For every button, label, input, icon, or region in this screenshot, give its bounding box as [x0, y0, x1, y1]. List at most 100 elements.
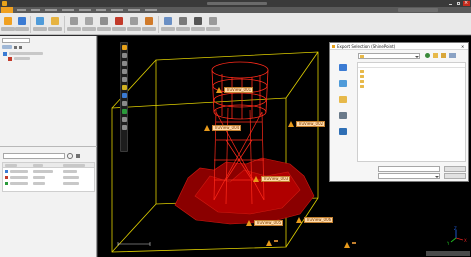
- scan-icon: [70, 17, 78, 25]
- limitbox-tool-icon[interactable]: [122, 101, 127, 106]
- truview-tag-label: TruView_006: [304, 217, 334, 223]
- place-network[interactable]: [333, 128, 353, 142]
- dialog-title-bar: Export Selection (ShinePoint) ✕: [330, 43, 468, 50]
- import-button[interactable]: [1, 16, 15, 33]
- window-title-placeholder: [207, 2, 267, 5]
- pan-tool-icon[interactable]: [122, 61, 127, 66]
- warning-icon: [246, 220, 252, 226]
- clean-button[interactable]: [97, 16, 111, 33]
- tree-item-project[interactable]: [3, 52, 63, 56]
- place-computer[interactable]: [333, 112, 353, 126]
- lookin-select[interactable]: [358, 53, 420, 59]
- back-icon[interactable]: [425, 53, 430, 58]
- chevron-down-icon: [415, 56, 419, 58]
- place-recent[interactable]: [333, 64, 353, 78]
- search-input[interactable]: [3, 153, 65, 159]
- search-icon[interactable]: [67, 153, 73, 159]
- register-button[interactable]: [82, 16, 96, 33]
- flythrough-button[interactable]: [161, 16, 175, 33]
- register-icon: [85, 17, 93, 25]
- cancel-button[interactable]: [444, 173, 466, 179]
- fence-tool-icon[interactable]: [122, 85, 127, 90]
- color-mode-icon[interactable]: [122, 109, 127, 114]
- folder-icon: [360, 70, 364, 73]
- truview-tag-label: TruView_004: [212, 125, 242, 131]
- dialog-close-button[interactable]: ✕: [461, 44, 464, 49]
- close-button[interactable]: ×: [463, 0, 470, 6]
- ribbon-separator: [64, 16, 65, 33]
- export-dialog: Export Selection (ShinePoint) ✕: [329, 42, 469, 182]
- video-icon: [194, 17, 202, 25]
- tree-collapse-icon[interactable]: [14, 46, 17, 49]
- bbox-edge: [285, 51, 319, 99]
- warning-icon: [204, 125, 210, 131]
- scan-button[interactable]: [67, 16, 81, 33]
- open-project-icon: [51, 17, 59, 25]
- warning-icon: [288, 121, 294, 127]
- mesh-icon: [115, 17, 123, 25]
- orbit-tool-icon[interactable]: [122, 53, 127, 58]
- ribbon-separator: [30, 16, 31, 33]
- zoom-tool-icon[interactable]: [122, 69, 127, 74]
- recent-places-icon: [339, 64, 347, 71]
- fit-view-icon[interactable]: [122, 77, 127, 82]
- export-button[interactable]: [15, 16, 29, 33]
- file-list: [357, 62, 466, 162]
- tree-item-pointcloud[interactable]: [8, 57, 63, 61]
- flythrough-icon: [164, 17, 172, 25]
- table-row[interactable]: [3, 169, 94, 174]
- settings-icon: [209, 17, 217, 25]
- warning-icon: [344, 242, 350, 248]
- measure-tool-icon[interactable]: [122, 93, 127, 98]
- ribbon: [0, 13, 471, 35]
- place-desktop[interactable]: [333, 80, 353, 94]
- create-project-button[interactable]: [33, 16, 47, 33]
- table-row[interactable]: [3, 175, 94, 180]
- point-size-icon[interactable]: [122, 117, 127, 122]
- folder-icon: [360, 85, 364, 88]
- settings-button[interactable]: [206, 16, 220, 33]
- tree-filter-icon[interactable]: [19, 46, 22, 49]
- dialog-title: Export Selection (ShinePoint): [337, 44, 396, 49]
- filename-input[interactable]: [378, 166, 440, 172]
- title-bar: ×: [0, 0, 471, 7]
- properties-table: [2, 162, 95, 192]
- filter-icon[interactable]: [76, 154, 80, 158]
- maximize-button[interactable]: [455, 1, 462, 6]
- clean-icon: [100, 17, 108, 25]
- file-row[interactable]: [359, 84, 465, 89]
- network-icon: [339, 128, 347, 135]
- row-icon: [5, 170, 8, 173]
- axis-gizmo: [450, 230, 464, 243]
- minimize-button[interactable]: [447, 1, 454, 6]
- save-button[interactable]: [444, 166, 466, 172]
- panel-tab[interactable]: [2, 45, 12, 49]
- view-menu-icon[interactable]: [449, 53, 456, 58]
- pointcloud-icon: [8, 57, 12, 61]
- new-folder-icon[interactable]: [441, 53, 446, 58]
- app-logo-icon: [2, 1, 7, 6]
- warning-icon: [266, 240, 272, 246]
- video-button[interactable]: [191, 16, 205, 33]
- maximize-icon: [457, 2, 460, 5]
- table-row[interactable]: [3, 181, 94, 186]
- bbox-edge: [111, 59, 157, 109]
- place-libraries[interactable]: [333, 96, 353, 110]
- account-area[interactable]: [398, 8, 438, 12]
- segment-button[interactable]: [142, 16, 156, 33]
- warning-icon: [296, 217, 302, 223]
- project-selector[interactable]: [2, 38, 30, 43]
- viewport-toolbar: [120, 42, 128, 152]
- mesh-button[interactable]: [112, 16, 126, 33]
- measure-button[interactable]: [127, 16, 141, 33]
- file-list-header: [358, 63, 465, 68]
- photo-button[interactable]: [176, 16, 190, 33]
- screenshot-icon[interactable]: [122, 125, 127, 130]
- filetype-select[interactable]: [378, 173, 440, 179]
- select-tool-icon[interactable]: [122, 45, 127, 50]
- up-folder-icon[interactable]: [433, 53, 438, 58]
- axis-x-label: X: [464, 238, 467, 243]
- minimize-icon: [449, 4, 452, 5]
- measure-icon: [130, 17, 138, 25]
- open-project-button[interactable]: [48, 16, 62, 33]
